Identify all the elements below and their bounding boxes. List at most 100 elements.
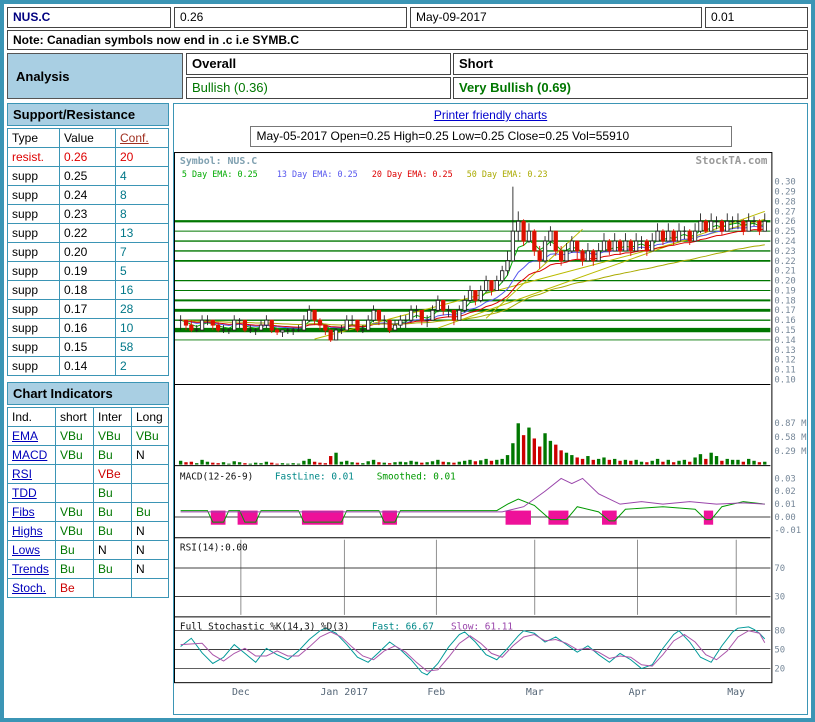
svg-text:Apr: Apr xyxy=(629,687,647,698)
sr-row: supp0.207 xyxy=(8,243,169,262)
indicator-link-highs[interactable]: Highs xyxy=(12,524,43,538)
sr-type-cell: supp xyxy=(8,300,60,319)
sr-conf-cell: 13 xyxy=(116,224,169,243)
indicator-name-cell: Lows xyxy=(8,541,56,560)
sr-value-cell: 0.23 xyxy=(60,205,116,224)
svg-text:Slow: 61.11: Slow: 61.11 xyxy=(451,622,513,633)
sr-conf-cell: 20 xyxy=(116,148,169,167)
ohlc-summary: May-05-2017 Open=0.25 High=0.25 Low=0.25… xyxy=(250,126,732,147)
sr-type-cell: supp xyxy=(8,205,60,224)
sr-value-cell: 0.14 xyxy=(60,357,116,376)
svg-text:0.03: 0.03 xyxy=(774,474,795,484)
indicator-short-cell: Bu xyxy=(56,541,94,560)
svg-text:May: May xyxy=(727,687,745,698)
ind-name-header: Ind. xyxy=(8,408,56,427)
indicator-inter-cell xyxy=(94,579,132,598)
svg-text:0.23: 0.23 xyxy=(774,247,795,257)
sr-row: supp0.248 xyxy=(8,186,169,205)
sr-value-cell: 0.18 xyxy=(60,281,116,300)
svg-text:0.13: 0.13 xyxy=(774,346,795,356)
main-row: Support/Resistance Type Value Conf. resi… xyxy=(7,103,808,715)
sr-value-cell: 0.16 xyxy=(60,319,116,338)
indicator-inter-cell: Bu xyxy=(94,446,132,465)
sr-conf-cell: 8 xyxy=(116,186,169,205)
indicator-long-cell: N xyxy=(132,446,169,465)
indicator-link-macd[interactable]: MACD xyxy=(12,448,47,462)
svg-text:50: 50 xyxy=(774,646,785,656)
indicator-link-tdd[interactable]: TDD xyxy=(12,486,37,500)
indicator-row: LowsBuNN xyxy=(8,541,169,560)
stoch-pane: Full Stochastic %K(14,3) %D(3)Fast: 66.6… xyxy=(175,622,770,675)
sr-type-cell: supp xyxy=(8,338,60,357)
sr-row: supp0.142 xyxy=(8,357,169,376)
stock-chart: MACD(12-26-9)FastLine: 0.01Smoothed: 0.0… xyxy=(174,152,807,702)
sr-type-header: Type xyxy=(8,129,60,148)
indicator-short-cell: VBu xyxy=(56,427,94,446)
support-resistance-header: Support/Resistance xyxy=(7,103,169,126)
svg-text:0.17: 0.17 xyxy=(774,306,795,316)
indicator-link-fibs[interactable]: Fibs xyxy=(12,505,35,519)
svg-text:0.11: 0.11 xyxy=(774,366,795,376)
sr-conf-header[interactable]: Conf. xyxy=(116,129,169,148)
sr-type-cell: supp xyxy=(8,262,60,281)
analysis-grid: Overall Short Bullish (0.36) Very Bullis… xyxy=(186,53,808,99)
indicator-short-cell: VBu xyxy=(56,503,94,522)
svg-text:Symbol: NUS.C: Symbol: NUS.C xyxy=(180,156,257,167)
analysis-short-value: Very Bullish (0.69) xyxy=(453,77,808,99)
printer-friendly-row: Printer friendly charts xyxy=(174,108,807,122)
svg-text:0.01: 0.01 xyxy=(774,500,795,510)
indicator-short-cell: Bu xyxy=(56,560,94,579)
svg-text:Feb: Feb xyxy=(427,687,445,698)
svg-text:20 Day EMA: 0.25: 20 Day EMA: 0.25 xyxy=(372,169,453,179)
svg-text:80: 80 xyxy=(774,627,785,637)
svg-text:Dec: Dec xyxy=(232,687,250,698)
svg-text:50 Day EMA: 0.23: 50 Day EMA: 0.23 xyxy=(467,169,548,179)
symbol-cell: NUS.C xyxy=(7,7,171,28)
sr-type-cell: supp xyxy=(8,357,60,376)
analysis-short-header: Short xyxy=(453,53,808,75)
svg-text:RSI(14):0.00: RSI(14):0.00 xyxy=(180,543,248,554)
indicator-inter-cell: VBe xyxy=(94,465,132,484)
svg-text:0.19: 0.19 xyxy=(774,286,795,296)
sr-row: resist.0.2620 xyxy=(8,148,169,167)
indicator-link-trends[interactable]: Trends xyxy=(12,562,49,576)
analysis-overall-header: Overall xyxy=(186,53,451,75)
indicator-link-rsi[interactable]: RSI xyxy=(12,467,32,481)
svg-text:0.00: 0.00 xyxy=(774,513,795,523)
indicator-short-cell xyxy=(56,484,94,503)
indicator-row: RSI VBe xyxy=(8,465,169,484)
svg-text:Jan 2017: Jan 2017 xyxy=(320,687,368,698)
indicator-long-cell: Bu xyxy=(132,503,169,522)
indicator-row: FibsVBuBuBu xyxy=(8,503,169,522)
sr-conf-cell: 58 xyxy=(116,338,169,357)
support-resistance-table: Type Value Conf. resist.0.2620supp0.254s… xyxy=(7,128,169,376)
sr-value-cell: 0.17 xyxy=(60,300,116,319)
svg-text:Mar: Mar xyxy=(526,687,544,698)
svg-text:0.26: 0.26 xyxy=(774,217,795,227)
indicator-row: TDD Bu xyxy=(8,484,169,503)
indicator-long-cell: VBu xyxy=(132,427,169,446)
chart-column: Printer friendly charts May-05-2017 Open… xyxy=(173,103,808,715)
sr-conf-cell: 16 xyxy=(116,281,169,300)
sr-conf-cell: 8 xyxy=(116,205,169,224)
chart-frame xyxy=(174,153,771,683)
svg-text:0.12: 0.12 xyxy=(774,356,795,366)
svg-text:0.15: 0.15 xyxy=(774,326,795,336)
svg-text:0.21: 0.21 xyxy=(774,267,795,277)
svg-text:0.20: 0.20 xyxy=(774,277,795,287)
svg-text:0.30: 0.30 xyxy=(774,178,795,188)
svg-text:StockTA.com: StockTA.com xyxy=(696,154,768,167)
svg-text:0.02: 0.02 xyxy=(774,487,795,497)
sr-row: supp0.1816 xyxy=(8,281,169,300)
indicator-inter-cell: Bu xyxy=(94,484,132,503)
sr-value-cell: 0.25 xyxy=(60,167,116,186)
sr-row: supp0.1558 xyxy=(8,338,169,357)
indicator-short-cell xyxy=(56,465,94,484)
indicator-link-stoch[interactable]: Stoch. xyxy=(12,581,46,595)
rsi-pane: RSI(14):0.00 xyxy=(175,540,770,615)
sr-type-cell: supp xyxy=(8,319,60,338)
indicator-link-ema[interactable]: EMA xyxy=(12,429,38,443)
sr-value-cell: 0.24 xyxy=(60,186,116,205)
indicator-link-lows[interactable]: Lows xyxy=(12,543,40,557)
printer-friendly-link[interactable]: Printer friendly charts xyxy=(434,108,547,122)
